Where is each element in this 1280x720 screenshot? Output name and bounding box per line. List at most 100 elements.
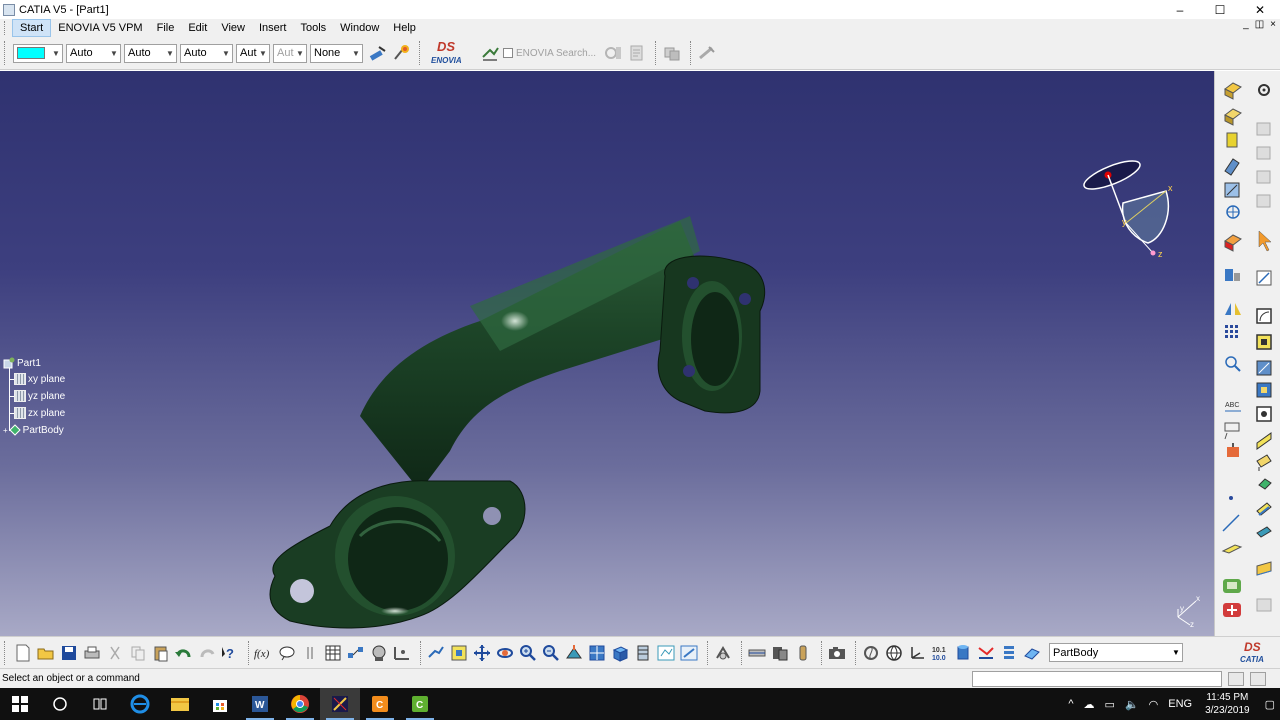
- swap-visible-space-icon[interactable]: [679, 643, 699, 663]
- battery-icon[interactable]: ▭: [1105, 698, 1115, 711]
- compass-cylinder-icon[interactable]: [953, 643, 973, 663]
- menu-tools[interactable]: Tools: [293, 19, 333, 37]
- rotate-icon[interactable]: [495, 643, 515, 663]
- onedrive-cloud-icon[interactable]: ☁: [1084, 698, 1095, 711]
- notifications-icon[interactable]: ▢: [1265, 698, 1275, 711]
- catalog-icon[interactable]: [346, 643, 366, 663]
- paste-icon[interactable]: [151, 643, 171, 663]
- corner-z-label: z: [1190, 620, 1194, 629]
- menu-start[interactable]: Start: [12, 19, 52, 37]
- normal-view-icon[interactable]: [564, 643, 584, 663]
- store-icon[interactable]: [200, 688, 240, 720]
- capture-camera-icon[interactable]: [827, 643, 847, 663]
- tree-node-zx-plane[interactable]: zx plane: [14, 407, 65, 419]
- 3d-viewport[interactable]: x y z x y z: [0, 71, 1214, 636]
- format-painter-icon[interactable]: [366, 42, 388, 64]
- new-file-icon[interactable]: [13, 643, 33, 663]
- power-input-button[interactable]: [1228, 672, 1244, 686]
- menu-edit[interactable]: Edit: [181, 19, 214, 37]
- undo-icon[interactable]: [174, 643, 194, 663]
- compass-widget[interactable]: x y z: [1078, 153, 1178, 263]
- stack-icon[interactable]: [999, 643, 1019, 663]
- axis-system-indicator: x y z: [1177, 594, 1200, 629]
- pan-icon[interactable]: [472, 643, 492, 663]
- menu-enovia[interactable]: ENOVIA V5 VPM: [51, 19, 149, 37]
- task-view-icon[interactable]: [80, 688, 120, 720]
- current-body-combo[interactable]: PartBody ▼: [1049, 643, 1183, 662]
- word-icon[interactable]: W: [240, 688, 280, 720]
- edge-browser-icon[interactable]: [120, 688, 160, 720]
- camtasia-orange-icon[interactable]: C: [360, 688, 400, 720]
- doc-close-button[interactable]: ×: [1270, 19, 1276, 30]
- menu-insert[interactable]: Insert: [252, 19, 294, 37]
- command-input[interactable]: [972, 671, 1222, 687]
- language-indicator[interactable]: ENG: [1168, 698, 1192, 710]
- work-object-icon[interactable]: [1022, 643, 1042, 663]
- volume-icon[interactable]: 🔈: [1125, 698, 1139, 711]
- chrome-icon[interactable]: [280, 688, 320, 720]
- status-options-button[interactable]: [1250, 672, 1266, 686]
- multi-view-icon[interactable]: [587, 643, 607, 663]
- sketch-tools-icon[interactable]: [747, 643, 767, 663]
- menu-view[interactable]: View: [214, 19, 252, 37]
- design-table-icon[interactable]: [323, 643, 343, 663]
- color-combo[interactable]: ▼: [13, 43, 63, 63]
- iso-view-icon[interactable]: [610, 643, 630, 663]
- shading-icon[interactable]: [633, 643, 653, 663]
- fit-all-icon[interactable]: [449, 643, 469, 663]
- menu-help[interactable]: Help: [386, 19, 423, 37]
- fly-mode-icon[interactable]: [426, 643, 446, 663]
- enovia-search-checkbox[interactable]: [503, 48, 513, 58]
- file-explorer-icon[interactable]: [160, 688, 200, 720]
- axis-system-icon[interactable]: [907, 643, 927, 663]
- doc-minimize-button[interactable]: _: [1243, 19, 1249, 30]
- camtasia-green-icon[interactable]: C: [400, 688, 440, 720]
- expand-icon[interactable]: +: [3, 426, 8, 435]
- knowledge-icon[interactable]: [277, 643, 297, 663]
- zoom-in-icon[interactable]: [518, 643, 538, 663]
- doc-restore-button[interactable]: ◫: [1255, 19, 1264, 30]
- save-icon[interactable]: [59, 643, 79, 663]
- wifi-icon[interactable]: ◠: [1149, 698, 1159, 711]
- minimize-button[interactable]: –: [1160, 0, 1200, 19]
- material-icon[interactable]: [793, 643, 813, 663]
- print-icon[interactable]: [82, 643, 102, 663]
- units-icon[interactable]: 10.1 10.0: [930, 643, 950, 663]
- tree-node-part1[interactable]: Part1: [3, 357, 41, 369]
- formula-icon[interactable]: f(x): [254, 643, 274, 663]
- enovia-logo[interactable]: DS ENOVIA: [431, 39, 473, 67]
- open-folder-icon[interactable]: [36, 643, 56, 663]
- transparency-combo[interactable]: Auto ▼: [66, 43, 121, 63]
- zoom-out-icon[interactable]: [541, 643, 561, 663]
- chevron-up-icon[interactable]: ^: [1068, 698, 1073, 710]
- save-management-icon[interactable]: [770, 643, 790, 663]
- catia-taskbar-icon[interactable]: [320, 688, 360, 720]
- analysis-icon[interactable]: [976, 643, 996, 663]
- search-icon[interactable]: [40, 688, 80, 720]
- whats-this-icon[interactable]: ?: [220, 643, 240, 663]
- split-icon: [1256, 502, 1272, 516]
- enovia-connect-icon[interactable]: [479, 42, 501, 64]
- update-icon[interactable]: [713, 643, 733, 663]
- point-symbol-combo[interactable]: Aut ▼: [236, 43, 270, 63]
- tree-node-xy-plane[interactable]: xy plane: [14, 373, 65, 385]
- swirl-icon[interactable]: [861, 643, 881, 663]
- shaft-icon: [1226, 132, 1238, 148]
- globe-icon[interactable]: [884, 643, 904, 663]
- part-geometry[interactable]: [0, 71, 1214, 636]
- line-thickness-combo[interactable]: Auto ▼: [124, 43, 177, 63]
- hide-show-icon[interactable]: [656, 643, 676, 663]
- clock[interactable]: 11:45 PM 3/23/2019: [1205, 691, 1250, 717]
- close-button[interactable]: ✕: [1240, 0, 1280, 19]
- tree-node-yz-plane[interactable]: yz plane: [14, 390, 65, 402]
- layer-combo[interactable]: None ▼: [310, 43, 363, 63]
- measure-grey-icon[interactable]: [392, 643, 412, 663]
- windows-start-icon[interactable]: [0, 688, 40, 720]
- linetype-combo[interactable]: Auto ▼: [180, 43, 233, 63]
- graphic-properties-icon[interactable]: [390, 42, 412, 64]
- instantiate-icon[interactable]: [369, 643, 389, 663]
- menu-file[interactable]: File: [150, 19, 182, 37]
- maximize-button[interactable]: ☐: [1200, 0, 1240, 19]
- menu-window[interactable]: Window: [333, 19, 386, 37]
- tree-node-partbody[interactable]: + PartBody: [3, 424, 64, 436]
